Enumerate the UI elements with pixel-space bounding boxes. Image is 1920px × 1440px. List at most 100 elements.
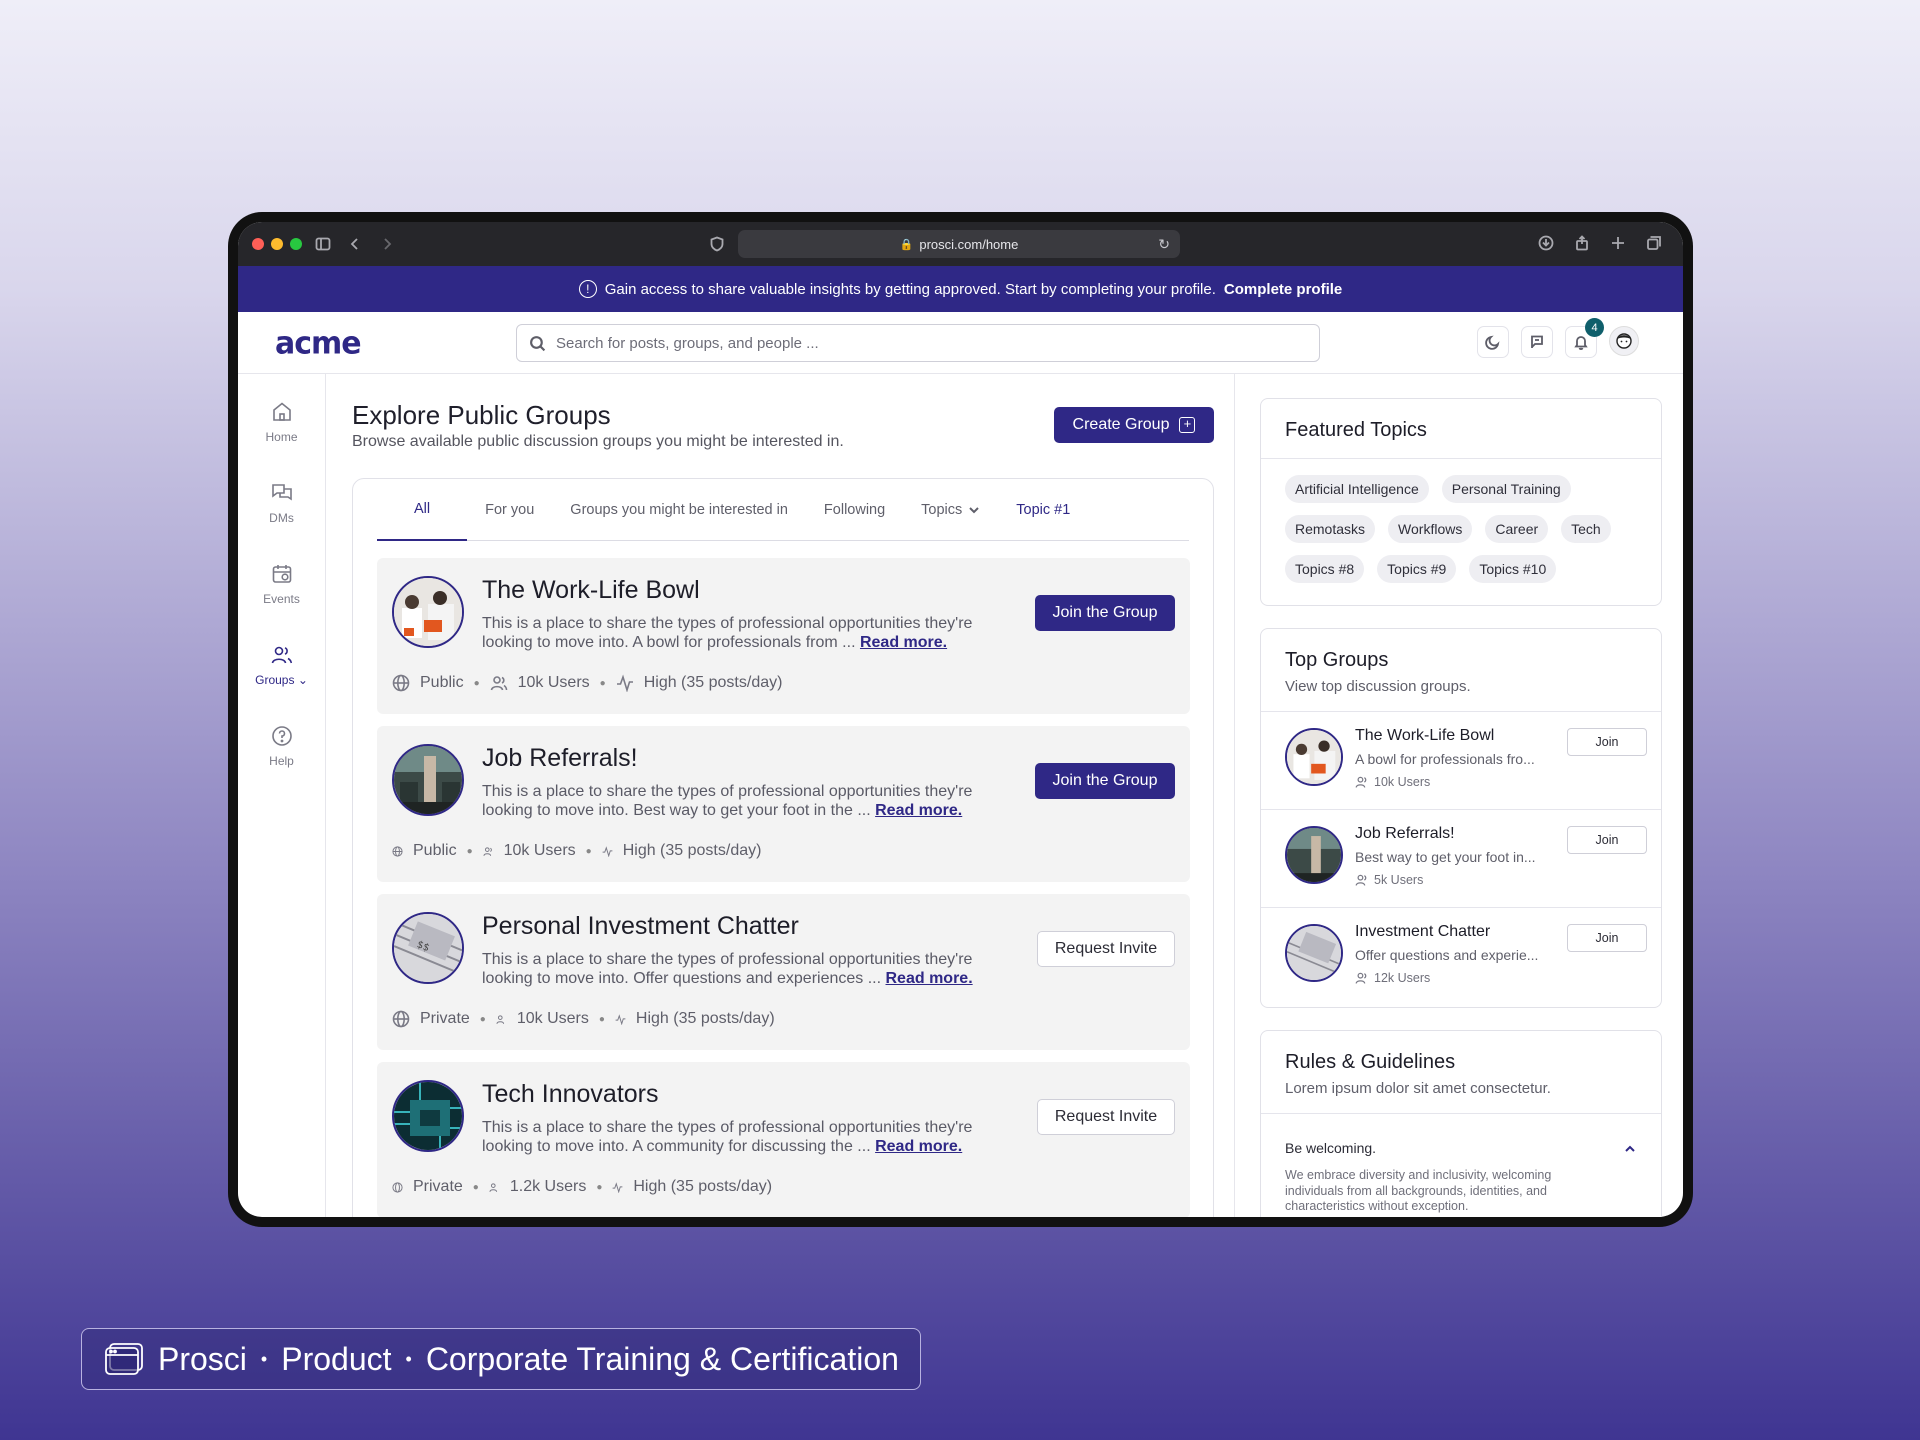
users-icon (1355, 776, 1367, 788)
tab-topics[interactable]: Topics (903, 479, 998, 541)
group-meta: Private ● 10k Users ● High (35 posts/day… (392, 1010, 775, 1028)
group-avatar[interactable] (1285, 924, 1343, 982)
request-invite-button[interactable]: Request Invite (1037, 1099, 1175, 1135)
separator-dot: ● (599, 677, 606, 689)
group-meta: Public ● 10k Users ● High (35 posts/day) (392, 674, 782, 692)
privacy-shield-icon[interactable] (706, 233, 728, 255)
sidebar-toggle-icon[interactable] (312, 233, 334, 255)
users-icon (1355, 874, 1367, 886)
group-users: 10k Users (516, 1010, 589, 1027)
page-subtitle: Browse available public discussion group… (352, 433, 844, 450)
maximize-window-button[interactable] (290, 238, 302, 250)
tab-topics-label: Topics (921, 501, 963, 518)
topic-chip[interactable]: Topics #9 (1377, 555, 1457, 583)
top-group-item: The Work-Life Bowl A bowl for profession… (1261, 712, 1661, 810)
topic-chip[interactable]: Personal Training (1441, 475, 1571, 503)
group-avatar[interactable] (392, 576, 464, 648)
acme-logo[interactable]: acme (275, 325, 362, 362)
sidebar-item-help[interactable]: Help (238, 724, 325, 780)
topic-chip[interactable]: Artificial Intelligence (1285, 475, 1429, 503)
topic-chips: Artificial Intelligence Personal Trainin… (1261, 459, 1641, 599)
top-group-item: Investment Chatter Offer questions and e… (1261, 908, 1661, 1006)
topic-chip[interactable]: Tech (1561, 515, 1611, 543)
topic-chip[interactable]: Career (1485, 515, 1549, 543)
download-icon[interactable] (1535, 232, 1557, 254)
read-more-link[interactable]: Read more. (875, 802, 962, 819)
join-button[interactable]: Join (1567, 826, 1647, 854)
sidebar-item-dms[interactable]: DMs (238, 481, 325, 537)
topic-chip[interactable]: Topics #10 (1469, 555, 1557, 583)
group-visibility: Private (420, 1010, 470, 1027)
group-avatar[interactable] (1285, 826, 1343, 884)
tab-topic-1[interactable]: Topic #1 (998, 479, 1088, 541)
window-controls (252, 238, 302, 250)
join-group-button[interactable]: Join the Group (1035, 763, 1175, 799)
sidebar-item-events[interactable]: Events (238, 562, 325, 618)
new-tab-icon[interactable] (1607, 232, 1629, 254)
close-window-button[interactable] (252, 238, 264, 250)
approval-banner: ! Gain access to share valuable insights… (238, 266, 1683, 312)
top-group-name[interactable]: Job Referrals! (1355, 825, 1455, 843)
tab-all[interactable]: All (377, 479, 468, 541)
sidebar-item-label: Groups ⌄ (255, 673, 308, 687)
tab-for-you[interactable]: For you (467, 479, 552, 541)
topic-chip[interactable]: Topics #8 (1285, 555, 1365, 583)
group-avatar[interactable] (1285, 728, 1343, 786)
group-name[interactable]: Job Referrals! (482, 744, 638, 773)
read-more-link[interactable]: Read more. (886, 970, 973, 987)
group-description: This is a place to share the types of pr… (482, 615, 973, 651)
group-visibility: Public (420, 674, 464, 691)
minimize-window-button[interactable] (271, 238, 283, 250)
help-icon (271, 726, 292, 746)
users-icon (489, 1182, 497, 1192)
chevron-up-icon[interactable] (1623, 1142, 1637, 1156)
browser-toolbar: 🔒 prosci.com/home ↻ (238, 222, 1683, 266)
tab-following[interactable]: Following (806, 479, 903, 541)
user-avatar[interactable] (1609, 326, 1639, 356)
lock-icon: 🔒 (899, 238, 914, 251)
complete-profile-link[interactable]: Complete profile (1224, 281, 1342, 298)
create-group-button[interactable]: Create Group + (1054, 407, 1214, 443)
rule-accordion-header[interactable]: Be welcoming. (1261, 1114, 1661, 1156)
users-icon (1355, 972, 1367, 984)
top-groups-subtitle: View top discussion groups. (1285, 678, 1471, 695)
tabs-overview-icon[interactable] (1643, 232, 1665, 254)
sidebar-item-home[interactable]: Home (238, 400, 325, 456)
search-input[interactable]: Search for posts, groups, and people ... (516, 324, 1320, 362)
group-description: This is a place to share the types of pr… (482, 1119, 973, 1155)
group-users: 1.2k Users (509, 1178, 587, 1195)
read-more-link[interactable]: Read more. (875, 1138, 962, 1155)
group-name[interactable]: Personal Investment Chatter (482, 912, 799, 941)
sidebar-item-groups[interactable]: Groups ⌄ (238, 643, 325, 699)
activity-icon (602, 845, 613, 857)
caption-brand: Prosci (158, 1340, 247, 1377)
tab-interested[interactable]: Groups you might be interested in (552, 479, 806, 541)
read-more-link[interactable]: Read more. (860, 634, 947, 651)
top-group-name[interactable]: Investment Chatter (1355, 923, 1490, 941)
group-card: Job Referrals! This is a place to share … (377, 726, 1190, 882)
back-icon[interactable] (344, 233, 366, 255)
join-button[interactable]: Join (1567, 924, 1647, 952)
group-avatar[interactable]: $$ (392, 912, 464, 984)
group-avatar[interactable] (392, 1080, 464, 1152)
notifications-button[interactable]: 4 (1565, 318, 1604, 358)
featured-topics-title: Featured Topics (1285, 419, 1427, 441)
request-invite-button[interactable]: Request Invite (1037, 931, 1175, 967)
dark-mode-button[interactable] (1477, 326, 1509, 358)
forward-icon[interactable] (376, 233, 398, 255)
topic-chip[interactable]: Remotasks (1285, 515, 1376, 543)
reload-icon[interactable]: ↻ (1158, 236, 1170, 253)
flag-icon (1531, 335, 1543, 348)
join-group-button[interactable]: Join the Group (1035, 595, 1175, 631)
top-group-users: 10k Users (1355, 775, 1430, 789)
top-group-name[interactable]: The Work-Life Bowl (1355, 727, 1494, 745)
group-name[interactable]: The Work-Life Bowl (482, 576, 700, 605)
topic-chip[interactable]: Workflows (1388, 515, 1473, 543)
messages-button[interactable] (1521, 326, 1553, 358)
share-icon[interactable] (1571, 232, 1593, 254)
group-avatar[interactable] (392, 744, 464, 816)
address-bar[interactable]: 🔒 prosci.com/home ↻ (738, 230, 1180, 258)
search-placeholder: Search for posts, groups, and people ... (556, 334, 819, 352)
group-name[interactable]: Tech Innovators (482, 1080, 659, 1109)
join-button[interactable]: Join (1567, 728, 1647, 756)
